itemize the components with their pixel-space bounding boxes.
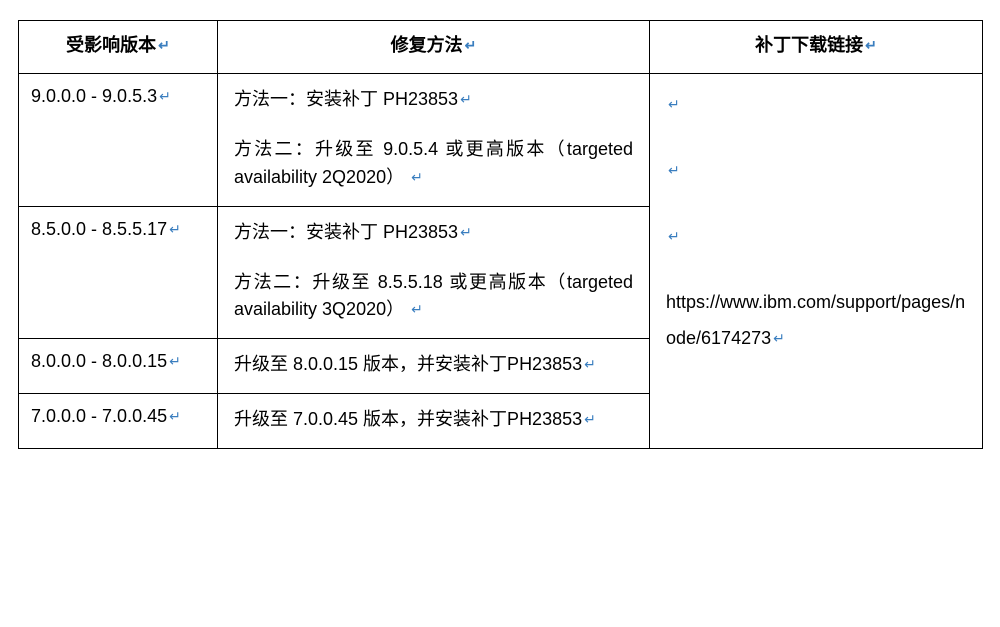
paragraph-mark-icon: ↵	[159, 88, 171, 105]
paragraph-mark-icon: ↵	[169, 353, 181, 370]
version-text: 8.0.0.0 - 8.0.0.15	[31, 351, 167, 371]
cell-version: 8.0.0.0 - 8.0.0.15↵	[19, 339, 218, 394]
paragraph-mark-icon: ↵	[584, 409, 596, 431]
table-header-row: 受影响版本↵ 修复方法↵ 补丁下载链接↵	[19, 21, 983, 74]
cell-version: 7.0.0.0 - 7.0.0.45↵	[19, 394, 218, 449]
fix-line: 升级至 8.0.0.15 版本，并安装补丁PH23853↵	[234, 351, 633, 379]
fix-text: 方法一：安装补丁 PH23853	[234, 222, 458, 242]
paragraph-mark-icon: ↵	[460, 89, 472, 111]
empty-paragraph: ↵	[666, 152, 966, 188]
fix-line: 方法一：安装补丁 PH23853↵	[234, 219, 633, 247]
fix-line: 升级至 7.0.0.45 版本，并安装补丁PH23853↵	[234, 406, 633, 434]
paragraph-mark-icon: ↵	[668, 90, 680, 118]
cell-fix-method: 方法一：安装补丁 PH23853↵ 方法二：升级至 9.0.5.4 或更高版本（…	[218, 74, 650, 207]
paragraph-mark-icon: ↵	[411, 299, 423, 321]
version-text: 7.0.0.0 - 7.0.0.45	[31, 406, 167, 426]
header-affected-version: 受影响版本↵	[19, 21, 218, 74]
cell-fix-method: 升级至 8.0.0.15 版本，并安装补丁PH23853↵	[218, 339, 650, 394]
patch-link-paragraph: https://www.ibm.com/support/pages/node/6…	[666, 284, 966, 356]
cell-version: 8.5.0.0 - 8.5.5.17↵	[19, 206, 218, 339]
table-row: 9.0.0.0 - 9.0.5.3↵ 方法一：安装补丁 PH23853↵ 方法二…	[19, 74, 983, 207]
version-text: 9.0.0.0 - 9.0.5.3	[31, 86, 157, 106]
header-patch-link: 补丁下载链接↵	[650, 21, 983, 74]
cell-patch-link: ↵ ↵ ↵ https://www.ibm.com/support/pages/…	[650, 74, 983, 449]
fix-line: 方法二：升级至 8.5.5.18 或更高版本（targeted availabi…	[234, 269, 633, 325]
paragraph-mark-icon: ↵	[460, 222, 472, 244]
fix-text: 方法二：升级至 9.0.5.4 或更高版本（targeted availabil…	[234, 139, 633, 187]
paragraph-mark-icon: ↵	[773, 324, 785, 352]
empty-paragraph: ↵	[666, 86, 966, 122]
version-text: 8.5.0.0 - 8.5.5.17	[31, 219, 167, 239]
fix-line: 方法二：升级至 9.0.5.4 或更高版本（targeted availabil…	[234, 136, 633, 192]
paragraph-mark-icon: ↵	[584, 354, 596, 376]
paragraph-mark-icon: ↵	[668, 222, 680, 250]
empty-paragraph: ↵	[666, 218, 966, 254]
patch-link-text[interactable]: https://www.ibm.com/support/pages/node/6…	[666, 292, 965, 348]
header-label: 补丁下载链接	[755, 35, 863, 55]
cell-version: 9.0.0.0 - 9.0.5.3↵	[19, 74, 218, 207]
fix-text: 方法一：安装补丁 PH23853	[234, 89, 458, 109]
paragraph-mark-icon: ↵	[169, 408, 181, 425]
paragraph-mark-icon: ↵	[411, 167, 423, 189]
header-label: 受影响版本	[66, 35, 156, 55]
fix-line: 方法一：安装补丁 PH23853↵	[234, 86, 633, 114]
paragraph-mark-icon: ↵	[465, 37, 477, 54]
header-fix-method: 修复方法↵	[218, 21, 650, 74]
paragraph-mark-icon: ↵	[865, 37, 877, 54]
fix-text: 升级至 7.0.0.45 版本，并安装补丁PH23853	[234, 409, 582, 429]
fix-text: 方法二：升级至 8.5.5.18 或更高版本（targeted availabi…	[234, 272, 633, 320]
cell-fix-method: 升级至 7.0.0.45 版本，并安装补丁PH23853↵	[218, 394, 650, 449]
header-label: 修复方法	[391, 35, 463, 55]
cell-fix-method: 方法一：安装补丁 PH23853↵ 方法二：升级至 8.5.5.18 或更高版本…	[218, 206, 650, 339]
patch-table: 受影响版本↵ 修复方法↵ 补丁下载链接↵ 9.0.0.0 - 9.0.5.3↵ …	[18, 20, 983, 449]
paragraph-mark-icon: ↵	[158, 37, 170, 54]
paragraph-mark-icon: ↵	[169, 221, 181, 238]
paragraph-mark-icon: ↵	[668, 156, 680, 184]
fix-text: 升级至 8.0.0.15 版本，并安装补丁PH23853	[234, 354, 582, 374]
